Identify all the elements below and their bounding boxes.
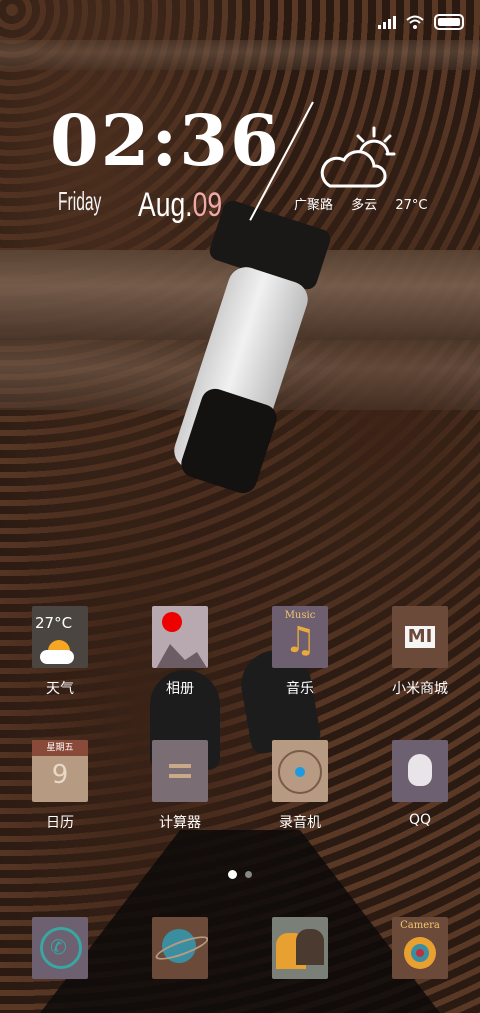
weather-badge: 27°C (35, 614, 73, 632)
page-dot[interactable] (245, 871, 252, 878)
app-browser[interactable] (120, 917, 240, 979)
weekday: Friday (58, 186, 102, 216)
wood-plank (0, 40, 480, 70)
app-row-1: 27°C 天气 相册 Music ♫ 音乐 MI 小米商城 (0, 606, 480, 698)
calendar-weekday: 星期五 (32, 740, 88, 756)
music-icon: Music ♫ (272, 606, 328, 668)
day-of-month: 09 (192, 186, 223, 224)
app-label: 音乐 (286, 681, 314, 697)
signal-bars-icon (378, 15, 396, 29)
app-music[interactable]: Music ♫ 音乐 (240, 606, 360, 698)
camera-badge: Camera (400, 920, 440, 931)
app-label: QQ (408, 812, 432, 828)
app-mi-store[interactable]: MI 小米商城 (360, 606, 480, 698)
app-qq[interactable]: QQ (360, 740, 480, 832)
weather-temperature: 27°C (395, 198, 428, 213)
dock: ✆ Camera (0, 917, 480, 979)
app-weather[interactable]: 27°C 天气 (0, 606, 120, 698)
app-label: 计算器 (159, 815, 201, 831)
gallery-icon (152, 606, 208, 668)
weather-app-icon: 27°C (32, 606, 88, 668)
page-dot-active[interactable] (228, 870, 237, 879)
mi-store-icon: MI (392, 606, 448, 668)
mi-logo: MI (405, 626, 435, 648)
wifi-icon (406, 15, 424, 29)
app-calculator[interactable]: 计算器 (120, 740, 240, 832)
app-recorder[interactable]: 录音机 (240, 740, 360, 832)
app-label: 小米商城 (392, 681, 448, 697)
status-bar (378, 14, 464, 30)
battery-icon (434, 14, 464, 30)
weather-summary[interactable]: 广聚路 多云 27°C (294, 194, 441, 213)
app-calendar[interactable]: 星期五 9 日历 (0, 740, 120, 832)
camera-icon: Camera (392, 917, 448, 979)
calendar-day: 9 (51, 760, 69, 790)
app-gallery[interactable]: 相册 (120, 606, 240, 698)
calculator-icon (152, 740, 208, 802)
page-indicator[interactable] (0, 870, 480, 879)
app-messages[interactable] (240, 917, 360, 979)
app-label: 日历 (46, 815, 74, 831)
qq-icon (392, 740, 448, 802)
browser-icon (152, 917, 208, 979)
clock-time[interactable]: 02:36 (50, 106, 281, 176)
date: Aug.09 (138, 186, 222, 225)
app-row-2: 星期五 9 日历 计算器 录音机 QQ (0, 740, 480, 832)
partly-cloudy-icon[interactable] (316, 124, 396, 194)
calendar-icon: 星期五 9 (32, 740, 88, 802)
music-note-glyph: ♫ (284, 620, 317, 661)
messages-icon (272, 917, 328, 979)
app-camera[interactable]: Camera (360, 917, 480, 979)
phone-icon: ✆ (32, 917, 88, 979)
weather-location: 广聚路 (294, 198, 334, 213)
app-label: 录音机 (279, 815, 321, 831)
app-label: 相册 (166, 681, 194, 697)
app-label: 天气 (46, 681, 74, 697)
app-phone[interactable]: ✆ (0, 917, 120, 979)
recorder-icon (272, 740, 328, 802)
weather-condition: 多云 (351, 198, 378, 213)
month: Aug. (138, 186, 193, 224)
